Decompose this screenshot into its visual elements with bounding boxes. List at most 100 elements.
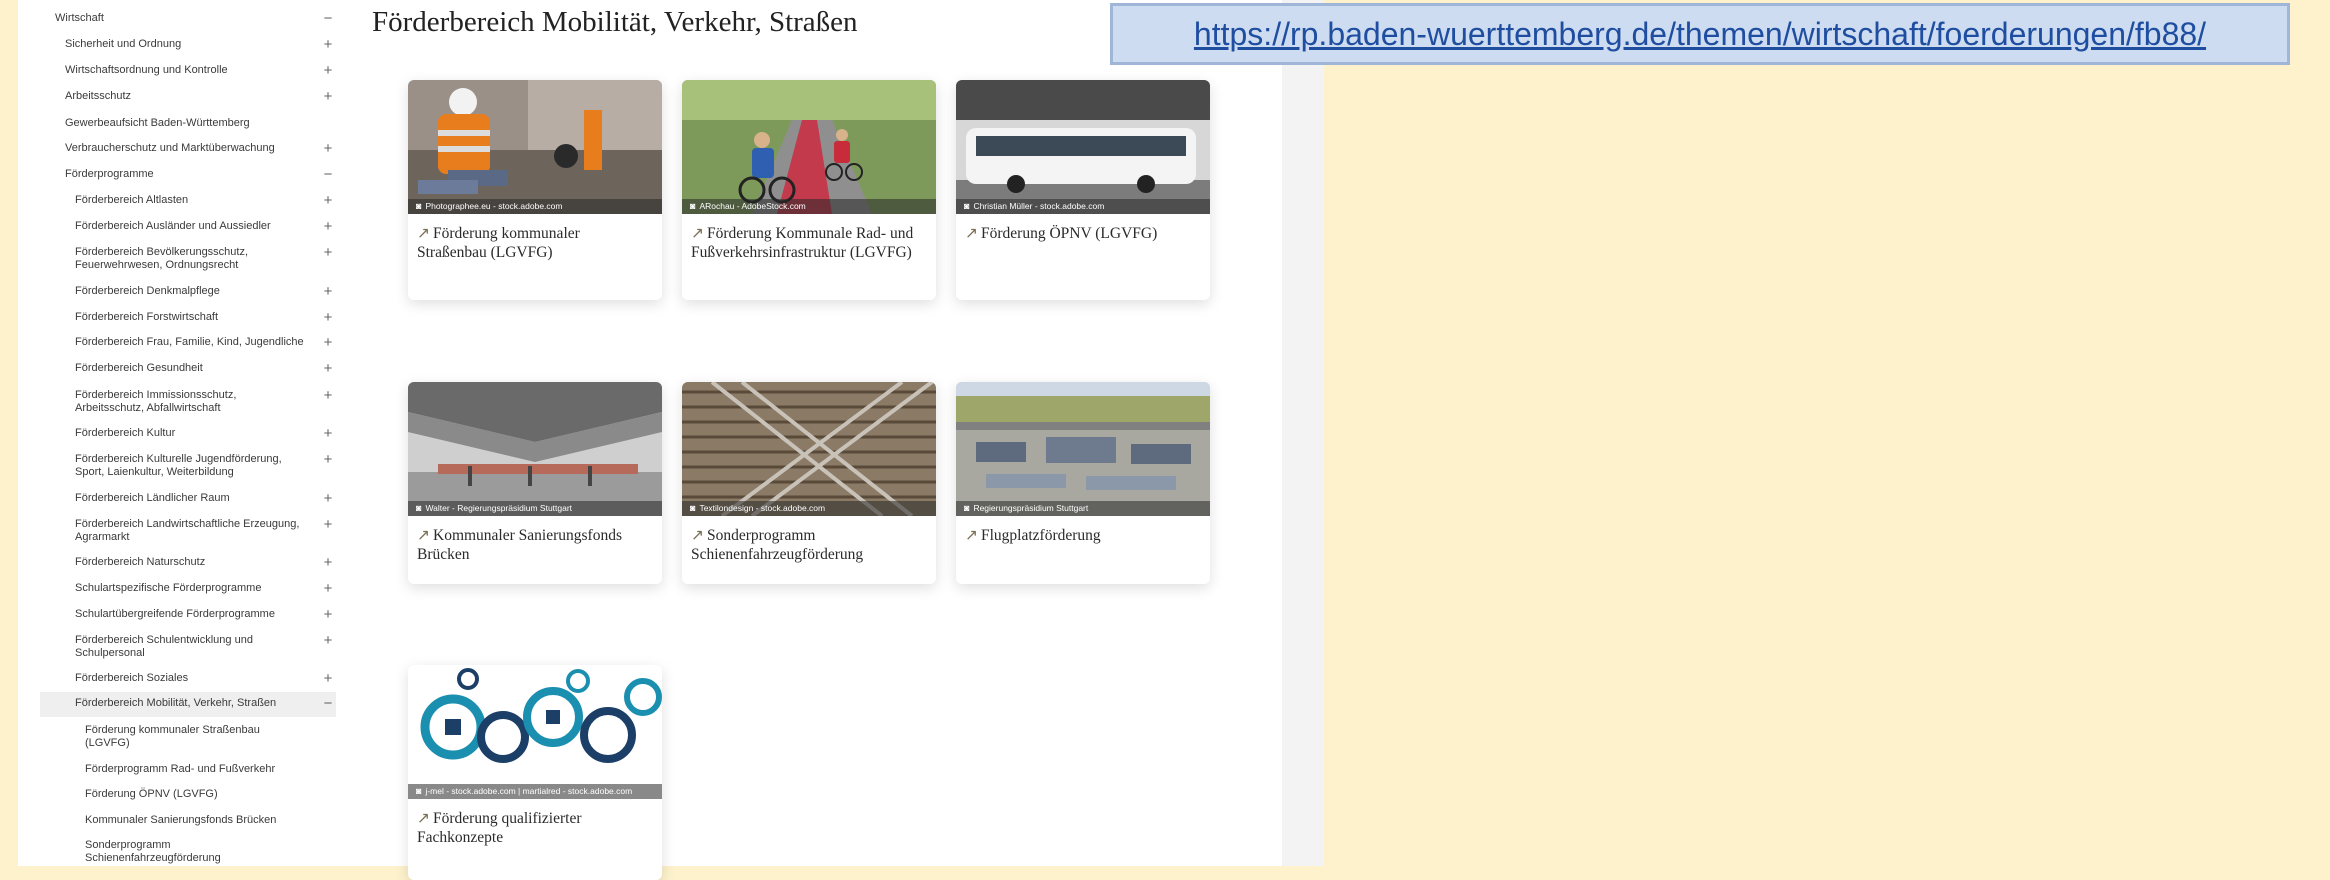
sidebar-item-frau-familie[interactable]: Förderbereich Frau, Familie, Kind, Jugen…: [40, 335, 336, 350]
sidebar-item-naturschutz[interactable]: Förderbereich Naturschutz +: [40, 555, 336, 570]
expand-icon[interactable]: +: [320, 245, 336, 260]
url-banner: https://rp.baden-wuerttemberg.de/themen/…: [1110, 3, 2290, 65]
card-strassenbau[interactable]: ◙ Photographee.eu - stock.adobe.com ↗ Förd…: [408, 80, 662, 300]
card-title[interactable]: ↗ Kommunaler Sanierungsfonds Brücken: [408, 516, 662, 576]
sidebar-item-foerderprogramme[interactable]: Förderprogramme −: [40, 167, 336, 182]
card-title[interactable]: ↗ Förderung qualifizierter Fachkonzepte: [408, 799, 662, 859]
image-credit: ◙ Textilondesign - stock.adobe.com: [682, 501, 936, 516]
card-sanierungsfonds[interactable]: ◙ Walter - Regierungspräsidium Stuttgart …: [408, 382, 662, 584]
card-image: ◙ ARochau - AdobeStock.com: [682, 80, 936, 214]
sidebar-item-label: Kommunaler Sanierungsfonds Brücken: [85, 814, 277, 826]
sidebar-item-kultur[interactable]: Förderbereich Kultur +: [40, 426, 336, 441]
expand-icon[interactable]: +: [320, 633, 336, 648]
camera-icon: ◙: [690, 201, 696, 211]
card-schienenfahrzeug[interactable]: ◙ Textilondesign - stock.adobe.com ↗ Sonde…: [682, 382, 936, 584]
sidebar-item-schulartspezifisch[interactable]: Schulartspezifische Förderprogramme +: [40, 581, 336, 596]
expand-icon[interactable]: +: [320, 555, 336, 570]
external-link-icon: ↗: [417, 225, 430, 242]
sidebar-item-schulentwicklung[interactable]: Förderbereich Schulentwicklung und Schul…: [40, 633, 336, 660]
sidebar-item-jugendfoerderung[interactable]: Förderbereich Kulturelle Jugendförderung…: [40, 452, 336, 479]
card-title[interactable]: ↗ Förderung Kommunale Rad- und Fußverkehr…: [682, 214, 936, 274]
page-title: Förderbereich Mobilität, Verkehr, Straße…: [372, 6, 858, 38]
expand-icon[interactable]: +: [320, 491, 336, 506]
sidebar-item-schulartuebergreifend[interactable]: Schulartübergreifende Förderprogramme +: [40, 607, 336, 622]
expand-icon[interactable]: +: [320, 671, 336, 686]
collapse-icon[interactable]: −: [320, 696, 336, 711]
sidebar-item-label: Förderbereich Frau, Familie, Kind, Jugen…: [75, 336, 304, 348]
card-image: ◙ Christian Müller - stock.adobe.com: [956, 80, 1210, 214]
card-radverkehr[interactable]: ◙ ARochau - AdobeStock.com ↗ Förderung Kom…: [682, 80, 936, 300]
expand-icon[interactable]: +: [320, 63, 336, 78]
sidebar-item-sanierungsfonds[interactable]: Kommunaler Sanierungsfonds Brücken: [40, 814, 336, 827]
sidebar-item-strassenbau[interactable]: Förderung kommunaler Straßenbau (LGVFG): [40, 724, 336, 750]
collapse-icon[interactable]: −: [320, 11, 336, 26]
expand-icon[interactable]: +: [320, 607, 336, 622]
sidebar-item-bevoelkerungsschutz[interactable]: Förderbereich Bevölkerungsschutz, Feuerw…: [40, 245, 336, 272]
card-oepnv[interactable]: ◙ Christian Müller - stock.adobe.com ↗ För…: [956, 80, 1210, 300]
expand-icon[interactable]: +: [320, 219, 336, 234]
camera-icon: ◙: [416, 786, 422, 796]
sidebar-item-forstwirtschaft[interactable]: Förderbereich Forstwirtschaft +: [40, 310, 336, 325]
sidebar-item-denkmalpflege[interactable]: Förderbereich Denkmalpflege +: [40, 284, 336, 299]
card-title[interactable]: ↗ Flugplatzförderung: [956, 516, 1210, 557]
expand-icon[interactable]: +: [320, 89, 336, 104]
card-title[interactable]: ↗ Förderung kommunaler Straßenbau (LGVFG): [408, 214, 662, 274]
sidebar-item-landwirtschaft[interactable]: Förderbereich Landwirtschaftliche Erzeug…: [40, 517, 336, 544]
sidebar-item-radverkehr[interactable]: Förderprogramm Rad- und Fußverkehr: [40, 763, 336, 776]
card-flugplatz[interactable]: ◙ Regierungspräsidium Stuttgart ↗ Flugplat…: [956, 382, 1210, 584]
expand-icon[interactable]: +: [320, 284, 336, 299]
url-link[interactable]: https://rp.baden-wuerttemberg.de/themen/…: [1194, 16, 2206, 53]
sidebar-item-laendlicher-raum[interactable]: Förderbereich Ländlicher Raum +: [40, 491, 336, 506]
sidebar-item-label: Förderbereich Kultur: [75, 427, 176, 439]
camera-icon: ◙: [416, 201, 422, 211]
external-link-icon: ↗: [965, 225, 978, 242]
expand-icon[interactable]: +: [320, 335, 336, 350]
sidebar-item-label: Förderbereich Landwirtschaftliche Erzeug…: [75, 518, 300, 543]
expand-icon[interactable]: +: [320, 452, 336, 467]
sidebar-item-immissionsschutz[interactable]: Förderbereich Immissionsschutz, Arbeitss…: [40, 388, 336, 415]
sidebar-item-altlasten[interactable]: Förderbereich Altlasten +: [40, 193, 336, 208]
camera-icon: ◙: [416, 503, 422, 513]
expand-icon[interactable]: +: [320, 37, 336, 52]
sidebar-item-label: Schulartspezifische Förderprogramme: [75, 582, 262, 594]
expand-icon[interactable]: +: [320, 517, 336, 532]
sidebar-item-arbeitsschutz[interactable]: Arbeitsschutz +: [40, 89, 336, 104]
sidebar-item-soziales[interactable]: Förderbereich Soziales +: [40, 671, 336, 686]
expand-icon[interactable]: +: [320, 141, 336, 156]
card-image: ◙ Regierungspräsidium Stuttgart: [956, 382, 1210, 516]
expand-icon[interactable]: +: [320, 388, 336, 403]
image-credit: ◙ Walter - Regierungspräsidium Stuttgart: [408, 501, 662, 516]
sidebar-item-wirtschaftsordnung[interactable]: Wirtschaftsordnung und Kontrolle +: [40, 63, 336, 78]
sidebar-item-wirtschaft[interactable]: Wirtschaft −: [40, 11, 336, 26]
sidebar-item-label: Förderbereich Gesundheit: [75, 362, 203, 374]
sidebar-item-label: Wirtschaft: [55, 12, 104, 24]
main-content: Förderbereich Mobilität, Verkehr, Straße…: [336, 0, 1282, 880]
sidebar-item-schienenfahrzeug[interactable]: Sonderprogramm Schienenfahrzeugförderung: [40, 839, 336, 865]
sidebar-item-label: Förderbereich Naturschutz: [75, 556, 206, 568]
collapse-icon[interactable]: −: [320, 167, 336, 182]
sidebar-item-oepnv[interactable]: Förderung ÖPNV (LGVFG): [40, 788, 336, 801]
expand-icon[interactable]: +: [320, 426, 336, 441]
card-fachkonzepte[interactable]: ◙ j-mel - stock.adobe.com | martialred - …: [408, 665, 662, 880]
expand-icon[interactable]: +: [320, 310, 336, 325]
expand-icon[interactable]: +: [320, 361, 336, 376]
sidebar-item-label: Förderprogramme: [65, 168, 154, 180]
sidebar-item-sicherheit[interactable]: Sicherheit und Ordnung +: [40, 37, 336, 52]
expand-icon[interactable]: +: [320, 193, 336, 208]
external-link-icon: ↗: [691, 225, 704, 242]
card-title[interactable]: ↗ Förderung ÖPNV (LGVFG): [956, 214, 1210, 255]
sidebar-item-verbraucherschutz[interactable]: Verbraucherschutz und Marktüberwachung +: [40, 141, 336, 156]
sidebar-navigation: Wirtschaft − Sicherheit und Ordnung + Wirt…: [40, 0, 338, 866]
sidebar-item-label: Gewerbeaufsicht Baden-Württemberg: [65, 117, 250, 129]
image-credit: ◙ ARochau - AdobeStock.com: [682, 199, 936, 214]
expand-icon[interactable]: +: [320, 581, 336, 596]
sidebar-item-gewerbeaufsicht[interactable]: Gewerbeaufsicht Baden-Württemberg: [40, 117, 336, 130]
sidebar-item-label: Schulartübergreifende Förderprogramme: [75, 608, 275, 620]
sidebar-item-gesundheit[interactable]: Förderbereich Gesundheit +: [40, 361, 336, 376]
sidebar-item-label: Förderung ÖPNV (LGVFG): [85, 788, 218, 800]
camera-icon: ◙: [964, 503, 970, 513]
sidebar-item-mobilitaet-active[interactable]: Förderbereich Mobilität, Verkehr, Straße…: [40, 692, 338, 717]
external-link-icon: ↗: [965, 527, 978, 544]
card-title[interactable]: ↗ Sonderprogramm Schienenfahrzeugförderun…: [682, 516, 936, 576]
sidebar-item-auslaender[interactable]: Förderbereich Ausländer und Aussiedler +: [40, 219, 336, 234]
